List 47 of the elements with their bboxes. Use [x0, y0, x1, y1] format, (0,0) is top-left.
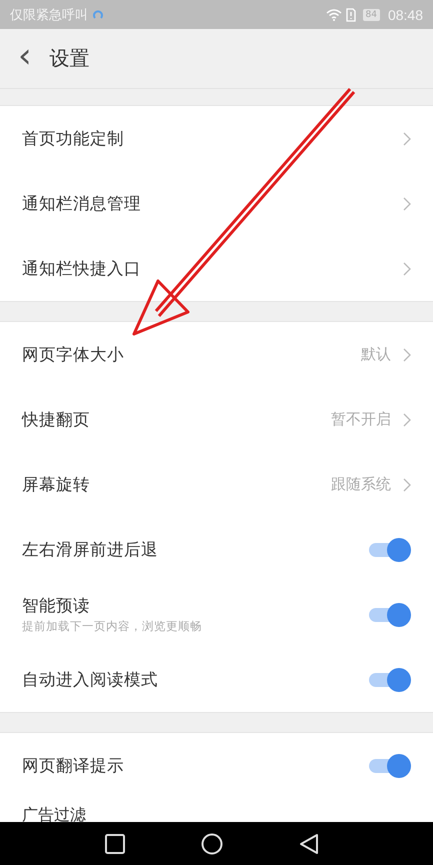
row-value: 默认 [361, 345, 391, 364]
recents-button[interactable] [104, 832, 126, 854]
settings-row[interactable]: 首页功能定制 [0, 106, 433, 171]
battery-indicator: 84 [362, 8, 380, 20]
toggle-switch[interactable] [367, 536, 411, 562]
chevron-icon [403, 478, 411, 492]
row-label: 通知栏快捷入口 [22, 258, 142, 280]
row-description: 提前加载下一页内容，浏览更顺畅 [22, 619, 203, 634]
sync-icon [92, 8, 104, 20]
chevron-icon [403, 262, 411, 276]
row-label: 通知栏消息管理 [22, 192, 142, 214]
row-label: 网页字体大小 [22, 344, 125, 366]
settings-row[interactable]: 左右滑屏前进后退 [0, 517, 433, 582]
settings-row[interactable]: 通知栏消息管理 [0, 171, 433, 236]
clock-text: 08:48 [388, 6, 423, 22]
settings-row[interactable]: 网页翻译提示 [0, 733, 433, 798]
sim-icon [346, 8, 356, 22]
toggle-switch[interactable] [367, 602, 411, 628]
chevron-icon [403, 196, 411, 210]
back-nav-button[interactable] [298, 832, 320, 854]
row-value: 暂不开启 [331, 410, 391, 429]
row-label: 自动进入阅读模式 [22, 668, 159, 690]
wifi-icon [326, 8, 342, 21]
row-label: 广告过滤 [22, 807, 87, 822]
toggle-switch[interactable] [367, 752, 411, 778]
settings-row[interactable]: 快捷翻页 暂不开启 [0, 387, 433, 452]
settings-row[interactable]: 通知栏快捷入口 [0, 236, 433, 301]
settings-row[interactable]: 自动进入阅读模式 [0, 647, 433, 712]
settings-row[interactable]: 网页字体大小 默认 [0, 322, 433, 387]
toggle-switch[interactable] [367, 666, 411, 692]
row-value: 跟随系统 [331, 475, 391, 494]
row-label: 快捷翻页 [22, 408, 91, 430]
settings-row[interactable]: 智能预读 提前加载下一页内容，浏览更顺畅 [0, 582, 433, 647]
back-button[interactable]: ‹ [14, 38, 36, 78]
chevron-icon [403, 132, 411, 146]
row-label: 左右滑屏前进后退 [22, 538, 159, 560]
chevron-icon [403, 412, 411, 426]
row-label: 屏幕旋转 [22, 474, 91, 496]
row-label: 首页功能定制 [22, 128, 125, 150]
page-title: 设置 [50, 45, 90, 72]
carrier-text: 仅限紧急呼叫 [10, 6, 88, 24]
settings-row[interactable]: 屏幕旋转 跟随系统 [0, 452, 433, 517]
row-label: 智能预读 [22, 595, 91, 617]
row-label: 网页翻译提示 [22, 754, 125, 776]
home-button[interactable] [200, 832, 222, 854]
chevron-icon [403, 348, 411, 362]
settings-row[interactable]: 广告过滤 [0, 798, 433, 822]
